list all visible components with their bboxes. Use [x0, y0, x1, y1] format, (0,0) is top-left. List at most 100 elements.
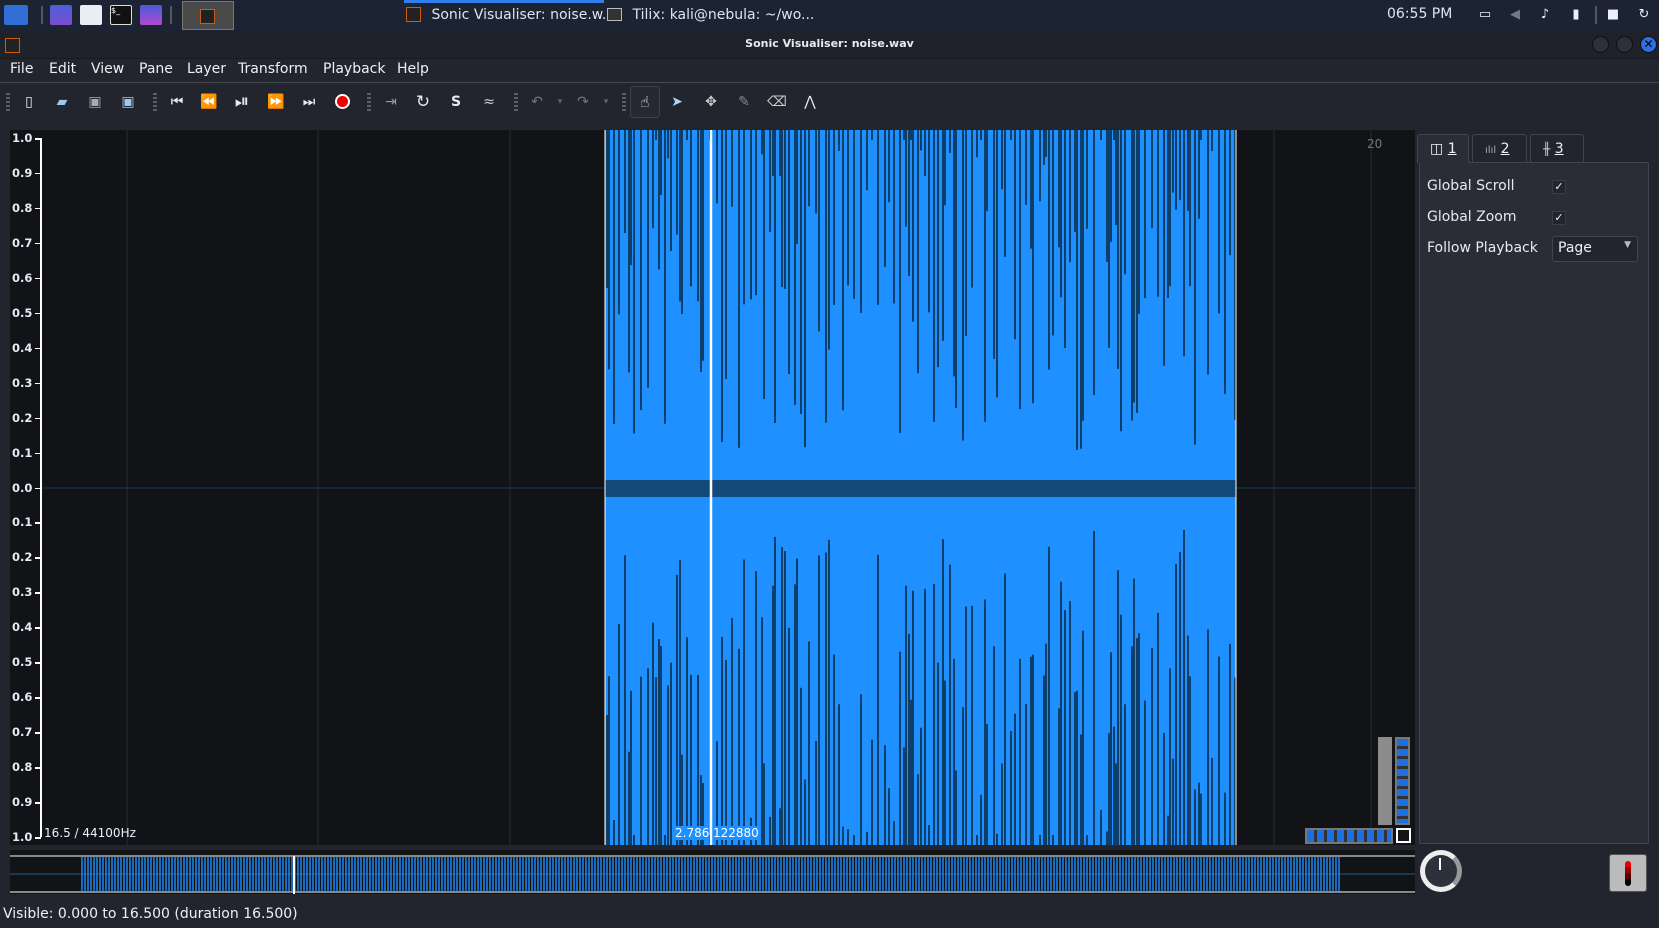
tab-label: 2 — [1500, 141, 1510, 157]
sonic-visualiser-launcher[interactable] — [182, 1, 234, 30]
playhead-frame-label: 122880 — [713, 826, 759, 840]
play-selection-icon[interactable]: ⇥ — [380, 91, 402, 113]
task-sonic-visualiser[interactable]: Sonic Visualiser: noise.w... — [406, 0, 615, 31]
solo-icon[interactable]: S — [445, 91, 467, 113]
tab-label: 3 — [1554, 141, 1564, 157]
y-tick-label: 0.4 — [12, 340, 33, 355]
task-label: Tilix: kali@nebula: ~/wo... — [632, 7, 815, 23]
open-file-icon[interactable]: ▰ — [51, 91, 73, 113]
redo-dropdown-icon[interactable]: ▾ — [595, 91, 617, 113]
toolbar-grip[interactable] — [6, 93, 10, 111]
y-tick-label: 0.8 — [12, 760, 33, 775]
rewind-icon[interactable]: ⏪ — [198, 91, 220, 113]
fast-forward-end-icon[interactable]: ⏭ — [298, 91, 320, 113]
tab-pane-properties[interactable]: ◫ 1 — [1417, 134, 1469, 163]
y-tick-label: 0.4 — [12, 620, 33, 635]
desktop-icon[interactable] — [50, 5, 72, 25]
volume-icon[interactable]: ◀ — [1507, 7, 1523, 23]
horizontal-zoom-thumbwheel[interactable] — [1305, 828, 1393, 844]
follow-playback-select[interactable]: Page ▼ — [1552, 236, 1638, 262]
pane-icon: ◫ — [1430, 141, 1444, 157]
vertical-zoom-thumbwheel[interactable] — [1395, 737, 1410, 825]
overview-waveform[interactable] — [10, 850, 1415, 894]
y-tick-label: 0.7 — [12, 235, 33, 250]
spectrum-icon: ılıl — [1485, 145, 1497, 156]
tab-spectrum-layer[interactable]: ılıl 2 — [1472, 134, 1527, 163]
knob-pointer — [1439, 858, 1441, 870]
toolbar-grip[interactable] — [514, 93, 518, 111]
chevron-down-icon: ▼ — [1624, 240, 1631, 250]
kali-menu-icon[interactable] — [4, 5, 28, 25]
battery-icon[interactable]: ▮ — [1568, 7, 1584, 23]
menu-layer[interactable]: Layer — [187, 61, 226, 77]
notification-bell-icon[interactable]: ♪ — [1537, 7, 1553, 23]
y-tick-label: 0.8 — [12, 200, 33, 215]
y-tick-label: 0.3 — [12, 375, 33, 390]
separator — [1595, 6, 1597, 24]
toolbar-grip[interactable] — [367, 93, 371, 111]
record-icon[interactable] — [331, 91, 353, 113]
navigate-hand-icon: ☝ — [640, 93, 650, 111]
undo-dropdown-icon[interactable]: ▾ — [549, 91, 571, 113]
lock-icon[interactable]: ■ — [1605, 7, 1621, 23]
y-tick-label: 0.7 — [12, 725, 33, 740]
level-leds — [1625, 861, 1631, 886]
logout-icon[interactable]: ↻ — [1636, 7, 1652, 23]
overview-panel[interactable] — [10, 850, 1415, 894]
terminal-icon — [607, 8, 622, 21]
time-label-20: 20 — [1367, 137, 1383, 151]
playback-gain-knob[interactable] — [1420, 850, 1462, 892]
y-tick-label: 1.0 — [12, 131, 33, 145]
new-file-icon[interactable]: ▯ — [18, 91, 40, 113]
fast-forward-icon[interactable]: ⏩ — [265, 91, 287, 113]
global-zoom-checkbox[interactable]: ✓ — [1552, 211, 1566, 225]
maximize-button[interactable] — [1616, 36, 1633, 53]
display-icon[interactable]: ▭ — [1477, 7, 1493, 23]
terminal-icon[interactable]: $_ — [110, 5, 132, 25]
menu-view[interactable]: View — [91, 61, 124, 77]
menu-pane[interactable]: Pane — [139, 61, 173, 77]
toolbar-grip[interactable] — [622, 93, 626, 111]
pane-properties-panel — [1419, 162, 1649, 844]
close-button[interactable]: ✕ — [1640, 36, 1657, 53]
undo-icon[interactable]: ↶ — [526, 91, 548, 113]
playback-speed-meter[interactable] — [1609, 854, 1647, 892]
follow-sync-icon[interactable]: ≈ — [478, 91, 500, 113]
waveform-canvas[interactable] — [10, 130, 1415, 845]
navigate-tool-button[interactable]: ☝ — [630, 86, 660, 118]
global-scroll-checkbox[interactable]: ✓ — [1552, 180, 1566, 194]
clock[interactable]: 06:55 PM — [1387, 0, 1452, 29]
waveform-rms-band — [605, 480, 1236, 497]
menu-transform[interactable]: Transform — [238, 61, 308, 77]
erase-icon[interactable]: ⌫ — [766, 91, 788, 113]
menu-playback[interactable]: Playback — [323, 61, 385, 77]
waveform-pane[interactable] — [10, 130, 1415, 845]
menu-edit[interactable]: Edit — [49, 61, 76, 77]
play-pause-icon[interactable]: ⏯ — [231, 91, 253, 113]
sonic-visualiser-icon — [200, 9, 215, 24]
reset-zoom-button[interactable] — [1396, 828, 1411, 843]
tab-waveform-layer[interactable]: ╫ 3 — [1530, 134, 1584, 163]
measure-icon[interactable]: ⋀ — [799, 91, 821, 113]
y-tick-label: 0.2 — [12, 410, 33, 425]
redo-icon[interactable]: ↷ — [572, 91, 594, 113]
save-as-icon[interactable]: ▣ — [117, 91, 139, 113]
y-tick-label: 0.3 — [12, 585, 33, 600]
save-icon[interactable]: ▣ — [84, 91, 106, 113]
file-manager-icon[interactable] — [80, 5, 102, 25]
draw-pencil-icon[interactable]: ✎ — [733, 91, 755, 113]
task-label: Sonic Visualiser: noise.w... — [431, 7, 616, 23]
screen-recorder-icon[interactable] — [140, 5, 162, 25]
move-icon[interactable]: ✥ — [700, 91, 722, 113]
menu-file[interactable]: File — [10, 61, 33, 77]
toolbar-grip[interactable] — [153, 93, 157, 111]
y-axis-line — [40, 138, 42, 837]
loop-icon[interactable]: ↻ — [412, 91, 434, 113]
separator — [170, 6, 172, 24]
rewind-start-icon[interactable]: ⏮ — [166, 91, 188, 113]
select-arrow-icon[interactable]: ➤ — [666, 91, 688, 113]
vertical-zoom-slider[interactable] — [1378, 737, 1392, 825]
task-tilix[interactable]: Tilix: kali@nebula: ~/wo... — [607, 0, 814, 31]
menu-help[interactable]: Help — [397, 61, 429, 77]
minimize-button[interactable] — [1592, 36, 1609, 53]
